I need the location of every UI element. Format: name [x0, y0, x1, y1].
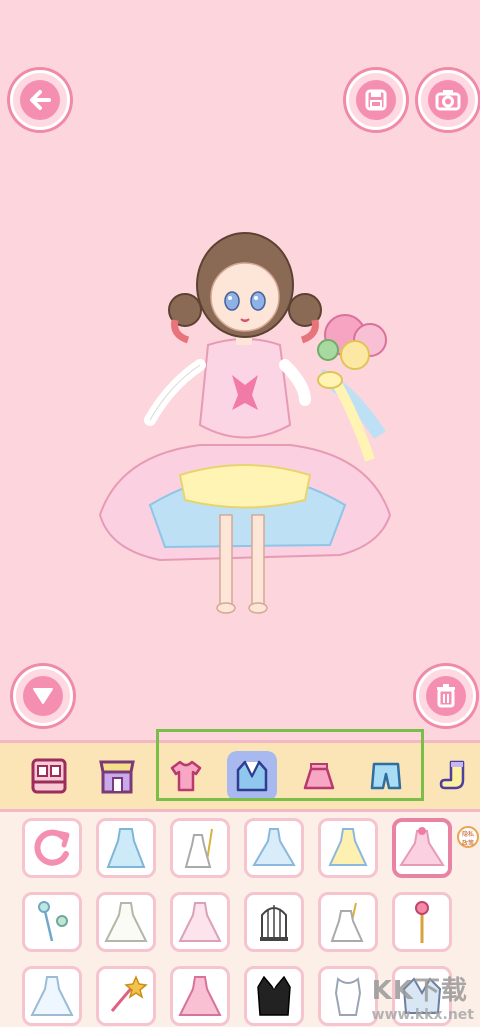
- watermark-sub: www.kkx.net: [371, 1007, 474, 1023]
- yellow-dress-item[interactable]: [318, 818, 378, 878]
- pink-gown-item[interactable]: [170, 892, 230, 952]
- shop-icon: [99, 760, 135, 794]
- privacy-policy-badge[interactable]: 隐私 政策: [457, 826, 479, 848]
- dress-icon: [30, 976, 74, 1016]
- wand-icon: [38, 901, 68, 942]
- white-dress-item[interactable]: [170, 818, 230, 878]
- arrow-left-icon: [30, 90, 51, 110]
- dress-icon: [330, 902, 364, 942]
- white-gown-item[interactable]: [96, 892, 156, 952]
- blue-dress-item[interactable]: [96, 818, 156, 878]
- pink-ball-gown-item[interactable]: [392, 818, 452, 878]
- dress-icon: [328, 828, 368, 866]
- camera-button[interactable]: [418, 70, 478, 130]
- white-frill-dress-item[interactable]: [318, 892, 378, 952]
- watermark: KK下载 www.kkx.net: [372, 970, 474, 1023]
- blue-dress-2-item[interactable]: [318, 966, 378, 1026]
- wardrobe-tab[interactable]: [24, 751, 74, 801]
- dress-icon: [184, 828, 213, 868]
- save-button[interactable]: [346, 70, 406, 130]
- hide-button[interactable]: [13, 666, 73, 726]
- wardrobe-icon: [31, 758, 67, 794]
- socks-tab[interactable]: [430, 751, 480, 801]
- cage-item[interactable]: [244, 892, 304, 952]
- shop-tab[interactable]: [92, 751, 142, 801]
- trash-icon: [437, 684, 455, 708]
- staff-icon: [415, 901, 429, 943]
- tuxedo-item[interactable]: [244, 966, 304, 1026]
- dress-icon: [178, 902, 222, 942]
- dress-icon: [334, 977, 362, 1016]
- dress-icon: [106, 828, 146, 868]
- crown-staff-item[interactable]: [392, 892, 452, 952]
- character-illustration: [98, 232, 392, 614]
- dress-icon: [104, 902, 148, 942]
- dress-icon: [178, 976, 222, 1016]
- privacy-line2: 政策: [461, 840, 474, 847]
- wand-icon: [110, 975, 148, 1012]
- birdcage-icon: [260, 905, 288, 941]
- privacy-line1: 隐私: [461, 831, 474, 838]
- blue-ball-gown-item[interactable]: [244, 818, 304, 878]
- delete-button[interactable]: [416, 666, 476, 726]
- triangle-down-icon: [33, 688, 53, 704]
- lace-dress-item[interactable]: [22, 966, 82, 1026]
- dress-icon: [252, 828, 296, 866]
- sock-icon: [439, 760, 465, 790]
- wand-item[interactable]: [22, 892, 82, 952]
- reset-item[interactable]: [22, 818, 82, 878]
- dress-icon: [399, 827, 445, 866]
- camera-icon: [435, 90, 461, 111]
- watermark-main: KK下载: [371, 976, 468, 1006]
- candy-wand-item[interactable]: [96, 966, 156, 1026]
- highlight-frame: [156, 729, 424, 801]
- refresh-icon: [34, 829, 70, 866]
- pink-frill-dress-item[interactable]: [170, 966, 230, 1026]
- back-button[interactable]: [10, 70, 70, 130]
- save-icon: [365, 89, 387, 111]
- tuxedo-icon: [257, 975, 291, 1016]
